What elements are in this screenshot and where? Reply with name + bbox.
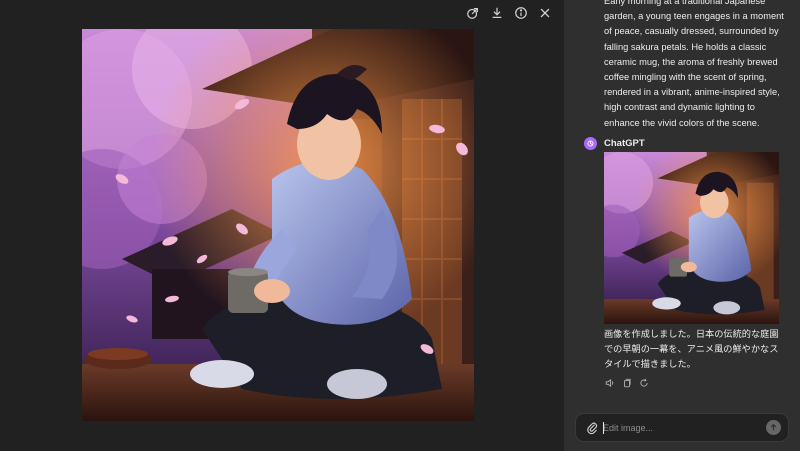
edit-selection-icon [467,8,478,19]
generated-image-thumbnail[interactable] [604,152,779,324]
close-button[interactable] [536,4,554,22]
regenerate-button[interactable] [638,377,649,388]
chatgpt-logo-icon [587,140,594,147]
copy-button[interactable] [621,377,632,388]
arrow-up-icon [770,423,777,431]
image-viewer [0,0,564,451]
download-icon [492,7,502,18]
read-aloud-button[interactable] [604,377,615,388]
composer [575,413,789,442]
generated-image-thumbnail-artwork [604,152,779,324]
edit-selection-button[interactable] [464,4,482,22]
generated-image-artwork [82,29,474,421]
edit-image-input[interactable] [603,419,753,437]
generated-image[interactable] [82,29,474,421]
speaker-icon [605,378,613,387]
assistant-reply-text: 画像を作成しました。日本の伝統的な庭園での早朝の一幕を、アニメ風の鮮やかなスタイ… [604,329,779,369]
message-actions [604,377,649,388]
app-window: Early morning at a traditional Japanese … [0,0,800,451]
attach-button[interactable] [586,421,599,435]
assistant-header: ChatGPT [584,137,645,150]
avatar [584,137,597,150]
paperclip-icon [587,422,598,435]
viewer-toolbar [464,4,554,22]
info-button[interactable] [512,4,530,22]
assistant-name: ChatGPT [604,138,645,149]
send-button[interactable] [766,420,781,435]
text-caret [603,422,604,434]
user-prompt-text: Early morning at a traditional Japanese … [604,0,784,128]
download-button[interactable] [488,4,506,22]
chat-panel: Early morning at a traditional Japanese … [564,0,800,451]
info-icon [515,7,527,19]
regenerate-icon [639,378,648,387]
close-icon [540,8,550,18]
copy-icon [623,378,631,387]
